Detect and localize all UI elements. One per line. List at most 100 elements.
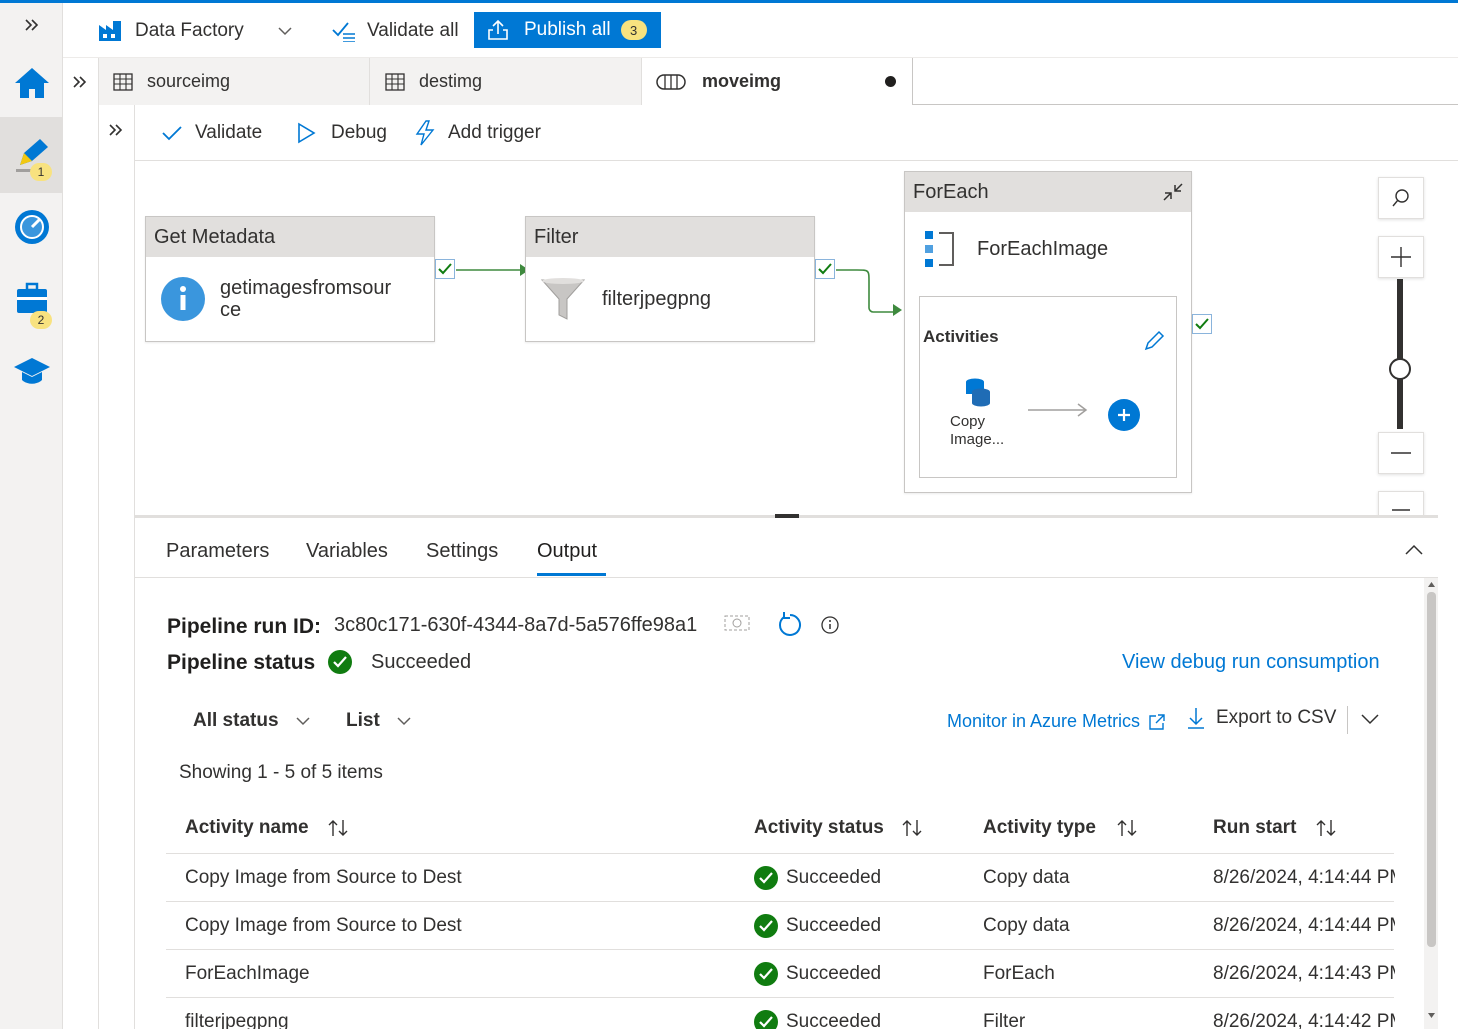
external-link-icon xyxy=(1149,713,1165,730)
zoom-out-button[interactable] xyxy=(1378,432,1424,474)
activities-label: Activities xyxy=(923,327,999,346)
activity-foreach[interactable]: ForEach ForEachImage Activities Copy Ima… xyxy=(904,171,1192,493)
export-csv-button[interactable]: Export to CSV xyxy=(1186,706,1336,730)
success-output-port[interactable] xyxy=(435,259,455,279)
tab-output[interactable]: Output xyxy=(537,540,597,563)
fit-screen-icon xyxy=(1392,509,1410,511)
cell-activity-type: ForEach xyxy=(983,963,1055,984)
refresh-icon[interactable] xyxy=(776,611,804,639)
double-chevron-right-icon xyxy=(24,19,38,31)
nav-home[interactable] xyxy=(0,53,63,113)
zoom-slider-handle[interactable] xyxy=(1389,358,1411,380)
funnel-icon xyxy=(540,278,586,320)
nav-author[interactable]: 1 xyxy=(0,117,63,193)
scrollbar-thumb[interactable] xyxy=(1427,592,1436,947)
edit-pencil-icon[interactable] xyxy=(1142,329,1166,353)
cell-activity-name: ForEachImage xyxy=(185,963,310,984)
activity-type-label: Filter xyxy=(526,217,814,257)
upload-icon xyxy=(488,19,508,40)
cell-activity-type: Filter xyxy=(983,1011,1026,1029)
monitor-azure-metrics-link[interactable]: Monitor in Azure Metrics xyxy=(947,711,1166,732)
add-trigger-button[interactable]: Add trigger xyxy=(414,105,541,161)
scroll-down-icon[interactable] xyxy=(1427,1012,1436,1020)
validate-button[interactable]: Validate xyxy=(161,105,262,161)
success-output-port[interactable] xyxy=(815,259,835,279)
cell-run-start: 8/26/2024, 4:14:42 PM xyxy=(1213,1011,1395,1029)
add-trigger-label: Add trigger xyxy=(448,122,541,143)
sort-icon[interactable] xyxy=(901,818,923,838)
zoom-search-button[interactable] xyxy=(1378,177,1424,219)
data-factory-dropdown[interactable]: Data Factory xyxy=(97,3,292,58)
sort-icon[interactable] xyxy=(1116,818,1138,838)
inner-activity-label[interactable]: Copy Image... xyxy=(950,413,1004,449)
validate-all-button[interactable]: Validate all xyxy=(331,3,459,58)
tab-parameters[interactable]: Parameters xyxy=(166,540,269,563)
sort-icon[interactable] xyxy=(1315,818,1337,838)
col-run-start[interactable]: Run start xyxy=(1213,817,1296,839)
table-row[interactable]: ForEachImage Succeeded ForEach 8/26/2024… xyxy=(135,950,1395,997)
sort-icon[interactable] xyxy=(327,818,349,838)
check-icon xyxy=(438,263,452,275)
view-debug-consumption-link[interactable]: View debug run consumption xyxy=(1122,651,1380,674)
collapse-panel-icon[interactable] xyxy=(1405,544,1423,556)
expand-resources-button[interactable] xyxy=(72,75,88,94)
tab-variables[interactable]: Variables xyxy=(306,540,388,563)
chevron-down-icon[interactable] xyxy=(1361,713,1379,725)
table-row[interactable]: filterjpegpng Succeeded Filter 8/26/2024… xyxy=(135,998,1395,1029)
info-circle-icon[interactable] xyxy=(820,615,840,635)
col-activity-name[interactable]: Activity name xyxy=(185,817,309,839)
cell-run-start: 8/26/2024, 4:14:44 PM xyxy=(1213,867,1395,888)
download-icon xyxy=(1188,708,1204,729)
activities-container[interactable]: Activities Copy Image... xyxy=(919,296,1177,478)
cell-activity-type: Copy data xyxy=(983,867,1070,888)
collapse-icon[interactable] xyxy=(1160,180,1186,204)
document-tabs: sourceimg destimg moveimg xyxy=(99,58,1458,105)
nav-learning[interactable] xyxy=(0,341,63,401)
tab-destimg[interactable]: destimg xyxy=(370,58,642,105)
fit-to-screen-button[interactable] xyxy=(1378,491,1424,515)
expand-activities-button[interactable] xyxy=(108,123,124,142)
debug-button[interactable]: Debug xyxy=(295,105,387,161)
scroll-up-icon[interactable] xyxy=(1427,580,1436,588)
tab-moveimg[interactable]: moveimg xyxy=(642,58,913,105)
plus-icon xyxy=(1118,409,1130,421)
view-mode-dropdown[interactable]: List xyxy=(346,710,411,732)
col-activity-status[interactable]: Activity status xyxy=(754,817,884,839)
cell-activity-status: Succeeded xyxy=(786,1011,882,1029)
activity-type-label: Get Metadata xyxy=(146,217,434,257)
table-row[interactable]: Copy Image from Source to Dest Succeeded… xyxy=(135,902,1395,949)
nav-manage[interactable]: 2 xyxy=(0,269,63,329)
cell-activity-name: Copy Image from Source to Dest xyxy=(185,915,462,936)
success-icon xyxy=(754,962,778,986)
success-output-port[interactable] xyxy=(1192,314,1212,334)
foreach-loop-icon xyxy=(925,231,954,267)
checkmark-icon xyxy=(162,126,182,141)
nav-monitor[interactable] xyxy=(0,197,63,257)
col-activity-type[interactable]: Activity type xyxy=(983,817,1096,839)
status-filter-label: All status xyxy=(193,710,279,731)
zoom-in-button[interactable] xyxy=(1378,236,1424,278)
publish-all-button[interactable]: Publish all 3 xyxy=(474,12,661,48)
add-activity-button[interactable] xyxy=(1108,399,1140,431)
tab-settings[interactable]: Settings xyxy=(426,540,498,563)
zoom-track[interactable] xyxy=(1397,279,1403,429)
copy-id-icon[interactable] xyxy=(724,614,750,632)
activity-filter[interactable]: Filter filterjpegpng xyxy=(525,216,815,342)
activity-name-line1: getimagesfromsour xyxy=(220,277,392,299)
table-row[interactable]: Copy Image from Source to Dest Succeeded… xyxy=(135,854,1395,901)
manage-badge: 2 xyxy=(30,311,52,329)
top-header: Data Factory Validate all Publish all 3 xyxy=(63,3,1458,58)
validate-label: Validate xyxy=(195,122,263,143)
search-icon xyxy=(1392,189,1409,207)
validate-checklist-icon xyxy=(332,21,355,42)
inner-activity-line2: Image... xyxy=(950,431,1005,448)
activity-get-metadata[interactable]: Get Metadata getimagesfromsour ce xyxy=(145,216,435,342)
status-filter-dropdown[interactable]: All status xyxy=(193,710,310,732)
publish-count-badge: 3 xyxy=(620,20,647,40)
expand-nav-button[interactable] xyxy=(0,3,63,47)
tab-sourceimg[interactable]: sourceimg xyxy=(99,58,370,105)
home-icon xyxy=(14,68,49,98)
cell-run-start: 8/26/2024, 4:14:43 PM xyxy=(1213,963,1395,984)
active-tab-underline xyxy=(537,573,606,576)
pipeline-canvas[interactable]: Get Metadata getimagesfromsour ce Filter… xyxy=(135,161,1438,515)
